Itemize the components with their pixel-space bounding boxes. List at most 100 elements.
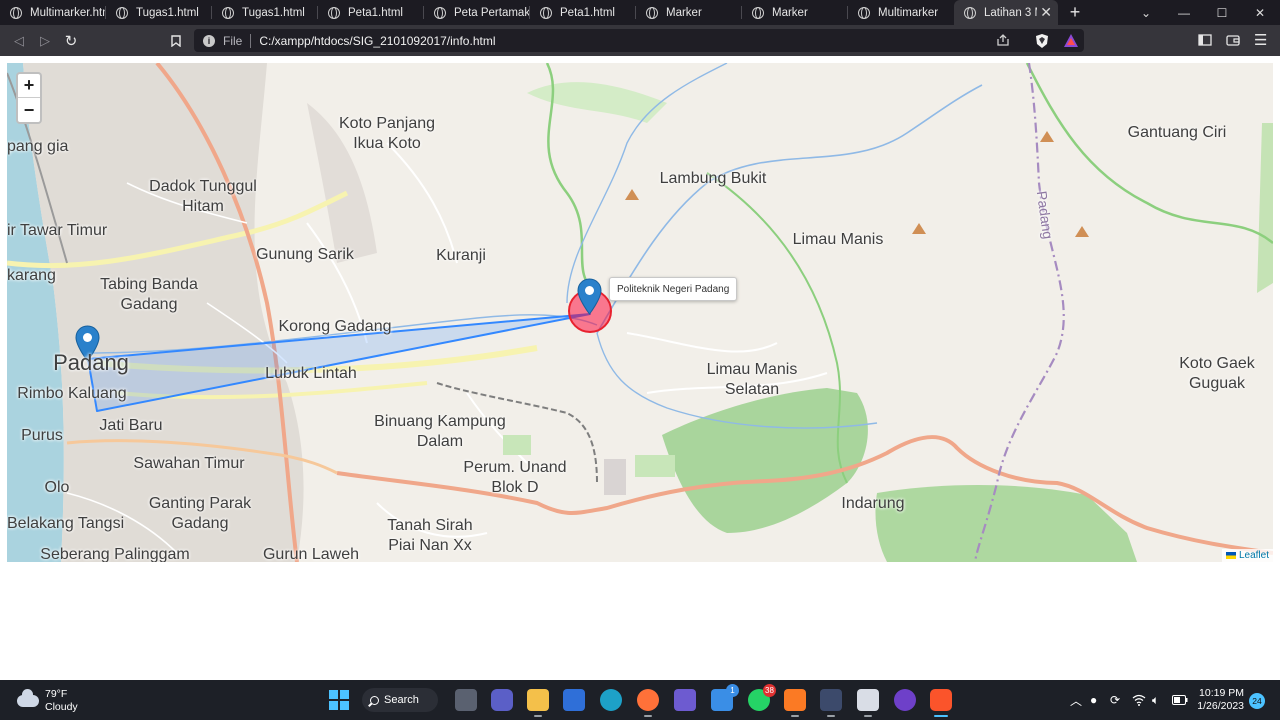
volume-icon[interactable]: 🔈︎ (1152, 680, 1159, 720)
map-place-label: karang (7, 267, 56, 284)
app-icon[interactable] (820, 689, 842, 717)
minimize-button[interactable]: — (1165, 0, 1203, 25)
tab-title: Marker (666, 6, 702, 19)
close-tab-icon[interactable]: ✕ (1037, 4, 1052, 21)
tab-title: Peta Pertamaku (454, 6, 530, 19)
map-place-label: Kuranji (436, 247, 486, 264)
maximize-button[interactable]: ☐ (1203, 0, 1241, 25)
close-window-button[interactable]: ✕ (1241, 0, 1279, 25)
xampp-icon[interactable] (784, 689, 806, 717)
map-place-label: Binuang Kampung Dalam (374, 413, 506, 450)
reload-button[interactable]: ↻ (61, 31, 81, 51)
taskbar-search-button[interactable]: Search (362, 688, 438, 712)
map-place-label: Jati Baru (99, 417, 163, 434)
github-desktop-icon[interactable] (894, 689, 916, 711)
scheme-label: File (223, 33, 243, 48)
whatsapp-badge: 38 (763, 684, 776, 697)
new-tab-button[interactable]: + (1058, 0, 1092, 25)
attribution-link[interactable]: Leaflet (1239, 550, 1269, 561)
share-icon[interactable] (996, 33, 1010, 52)
map-place-label: Seberang Palinggam (40, 546, 190, 562)
url-text[interactable]: C:/xampp/htdocs/SIG_2101092017/info.html (259, 34, 495, 48)
zoom-control: + − (16, 72, 42, 124)
wifi-icon[interactable] (1132, 680, 1146, 720)
map-place-label: Lambung Bukit (659, 170, 767, 187)
map-place-label: Ganting Parak Gadang (148, 495, 252, 532)
browser-tab[interactable]: Multimarker.html (0, 0, 106, 25)
browser-tab[interactable]: Peta Pertamaku (424, 0, 530, 25)
globe-icon (752, 6, 764, 19)
browser-tab[interactable]: Multimarker (848, 0, 954, 25)
task-view-icon[interactable] (455, 689, 477, 711)
browser-tab[interactable]: Peta1.html (530, 0, 636, 25)
app-icon[interactable] (674, 689, 696, 711)
app-icon[interactable] (857, 689, 879, 717)
edge-icon[interactable] (600, 689, 622, 711)
map-place-label: Limau Manis Selatan (706, 361, 798, 398)
marker-popup[interactable]: Politeknik Negeri Padang (609, 277, 738, 301)
sync-icon[interactable]: ⟳ (1110, 680, 1120, 720)
map-place-label: Gantuang Ciri (1127, 124, 1227, 141)
map-place-label: Gunung Sarik (256, 246, 354, 263)
wallet-icon[interactable] (1226, 33, 1240, 52)
cloud-icon (17, 689, 39, 707)
browser-tab[interactable]: Tugas1.html (106, 0, 212, 25)
tab-title: Peta1.html (348, 6, 403, 19)
globe-icon (222, 6, 234, 19)
globe-icon (434, 6, 446, 19)
map-place-label: Tabing Banda Gadang (100, 276, 198, 313)
map-place-label: Sawahan Timur (133, 455, 245, 472)
map-place-label: Korong Gadang (278, 318, 392, 335)
weather-widget[interactable]: 79°F Cloudy (17, 688, 78, 714)
browser-tab[interactable]: Marker (742, 0, 848, 25)
bookmark-icon[interactable] (166, 31, 186, 51)
browser-tab[interactable]: Tugas1.html (212, 0, 318, 25)
info-icon[interactable]: i (203, 34, 215, 47)
tab-search-chevron-icon[interactable]: ⌄ (1127, 0, 1165, 25)
windows-taskbar: 79°F Cloudy Search 1 38 ︿ ● ⟳ 🔈︎ 10:19 P… (0, 680, 1280, 720)
brave-rewards-icon[interactable] (1063, 33, 1079, 53)
firefox-icon[interactable] (637, 689, 659, 717)
leaflet-map[interactable]: Koto Panjang Ikua Koto Lambung Bukit Gant… (7, 63, 1273, 562)
search-label: Search (384, 694, 419, 706)
brave-browser-icon[interactable] (930, 689, 952, 717)
zoom-in-button[interactable]: + (18, 74, 40, 98)
tab-title: Marker (772, 6, 808, 19)
zoom-out-button[interactable]: − (18, 98, 40, 122)
map-place-label: pang gia (7, 138, 69, 155)
notification-badge[interactable]: 24 (1249, 693, 1265, 709)
back-button[interactable]: ◁ (9, 31, 29, 51)
address-bar[interactable]: i File C:/xampp/htdocs/SIG_2101092017/in… (194, 29, 1084, 52)
map-marker-icon[interactable] (577, 278, 602, 315)
map-place-label: Belakang Tangsi (7, 515, 125, 532)
map-attribution[interactable]: Leaflet (1221, 549, 1273, 562)
browser-tab[interactable]: Peta1.html (318, 0, 424, 25)
globe-icon (328, 6, 340, 19)
globe-icon (10, 6, 22, 19)
file-explorer-icon[interactable] (527, 689, 549, 717)
globe-icon (116, 6, 128, 19)
battery-icon[interactable] (1172, 680, 1188, 720)
clock-time: 10:19 PM (1199, 687, 1244, 699)
map-place-label: Tanah Sirah Piai Nan Xx (387, 517, 473, 554)
menu-icon[interactable]: ☰ (1254, 31, 1267, 49)
windows-start-icon[interactable] (329, 690, 349, 710)
mail-icon[interactable]: 1 (711, 684, 739, 711)
browser-tab-active[interactable]: Latihan 3 Mo ✕ (954, 0, 1058, 25)
tray-app-icon[interactable]: ● (1090, 680, 1097, 720)
browser-tab[interactable]: Marker (636, 0, 742, 25)
map-place-label: Purus (21, 427, 63, 444)
map-place-label: Gurun Laweh (262, 546, 360, 562)
sidebar-icon[interactable] (1198, 33, 1212, 52)
teams-chat-icon[interactable] (491, 689, 513, 711)
brave-shields-icon[interactable] (1035, 33, 1049, 54)
whatsapp-icon[interactable]: 38 (748, 684, 776, 711)
show-hidden-icons-chevron[interactable]: ︿ (1070, 680, 1082, 720)
forward-button[interactable]: ▷ (35, 31, 55, 51)
taskbar-clock[interactable]: 10:19 PM 1/26/2023 (1196, 687, 1244, 713)
globe-icon (646, 6, 658, 19)
map-city-label: Padang (53, 350, 129, 375)
map-place-label: Olo (44, 479, 70, 496)
clock-date: 1/26/2023 (1197, 700, 1244, 712)
vscode-icon[interactable] (563, 689, 585, 711)
